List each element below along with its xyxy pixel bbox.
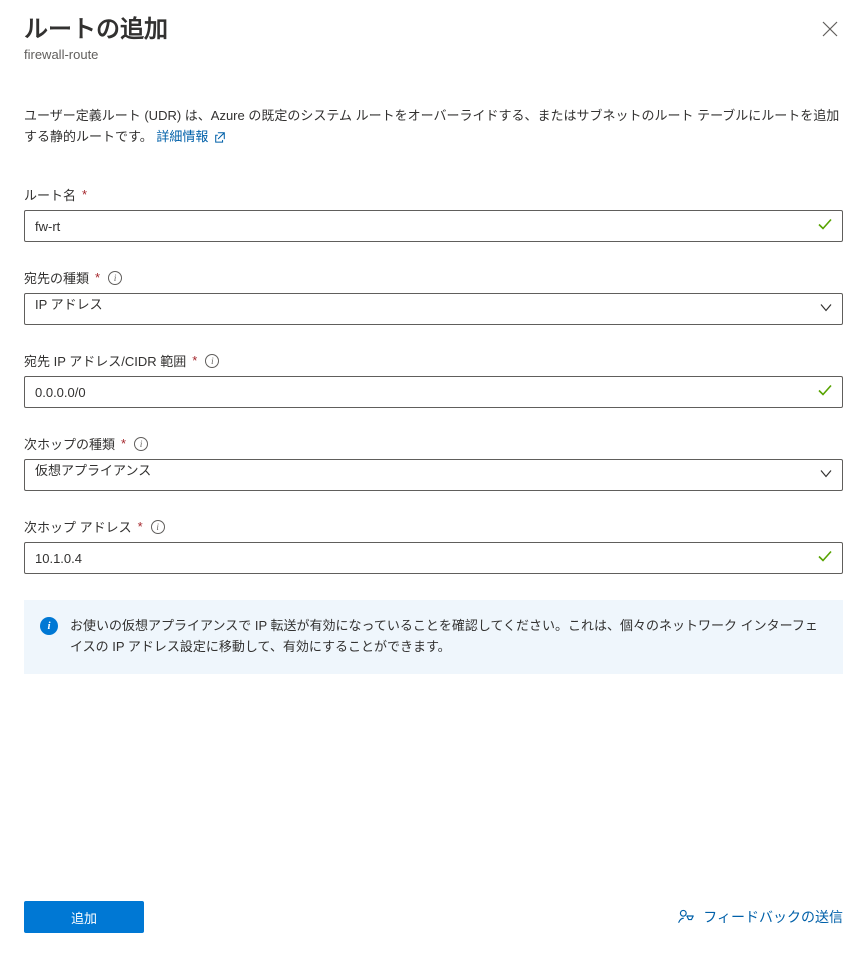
panel-header: ルートの追加 firewall-route bbox=[24, 16, 843, 62]
required-asterisk: * bbox=[82, 187, 87, 202]
learn-more-label: 詳細情報 bbox=[156, 129, 208, 144]
learn-more-link[interactable]: 詳細情報 bbox=[156, 129, 226, 144]
route-name-label-row: ルート名 * bbox=[24, 185, 843, 204]
next-hop-addr-input[interactable] bbox=[24, 542, 843, 574]
feedback-icon bbox=[677, 907, 695, 928]
dest-type-select[interactable]: IP アドレス bbox=[24, 293, 843, 325]
field-next-hop-addr: 次ホップ アドレス * i bbox=[24, 517, 843, 574]
info-icon[interactable]: i bbox=[134, 437, 148, 451]
route-name-label: ルート名 bbox=[24, 185, 76, 204]
dest-type-label: 宛先の種類 bbox=[24, 268, 89, 287]
next-hop-type-select-wrap: 仮想アプライアンス bbox=[24, 459, 843, 491]
dest-type-select-wrap: IP アドレス bbox=[24, 293, 843, 325]
next-hop-addr-label-row: 次ホップ アドレス * i bbox=[24, 517, 843, 536]
title-block: ルートの追加 firewall-route bbox=[24, 16, 168, 62]
external-link-icon bbox=[214, 129, 226, 150]
dest-cidr-label-row: 宛先 IP アドレス/CIDR 範囲 * i bbox=[24, 351, 843, 370]
field-next-hop-type: 次ホップの種類 * i 仮想アプライアンス bbox=[24, 434, 843, 491]
form: ルート名 * 宛先の種類 * i IP アドレス bbox=[24, 185, 843, 889]
required-asterisk: * bbox=[192, 353, 197, 368]
next-hop-type-label-row: 次ホップの種類 * i bbox=[24, 434, 843, 453]
field-route-name: ルート名 * bbox=[24, 185, 843, 242]
panel-footer: 追加 フィードバックの送信 bbox=[24, 889, 843, 957]
next-hop-type-select[interactable]: 仮想アプライアンス bbox=[24, 459, 843, 491]
dest-type-label-row: 宛先の種類 * i bbox=[24, 268, 843, 287]
next-hop-addr-label: 次ホップ アドレス bbox=[24, 517, 132, 536]
page-title: ルートの追加 bbox=[24, 16, 168, 45]
add-button[interactable]: 追加 bbox=[24, 901, 144, 933]
info-banner-text: お使いの仮想アプライアンスで IP 転送が有効になっていることを確認してください… bbox=[70, 616, 827, 658]
close-button[interactable] bbox=[817, 16, 843, 42]
close-icon bbox=[821, 20, 839, 38]
required-asterisk: * bbox=[95, 270, 100, 285]
feedback-label: フィードバックの送信 bbox=[703, 907, 843, 927]
add-route-panel: ルートの追加 firewall-route ユーザー定義ルート (UDR) は、… bbox=[0, 0, 867, 957]
field-dest-cidr: 宛先 IP アドレス/CIDR 範囲 * i bbox=[24, 351, 843, 408]
page-subtitle: firewall-route bbox=[24, 47, 168, 62]
next-hop-type-label: 次ホップの種類 bbox=[24, 434, 115, 453]
feedback-link[interactable]: フィードバックの送信 bbox=[677, 907, 843, 928]
next-hop-addr-input-wrap bbox=[24, 542, 843, 574]
info-icon[interactable]: i bbox=[108, 271, 122, 285]
route-name-input[interactable] bbox=[24, 210, 843, 242]
description-text: ユーザー定義ルート (UDR) は、Azure の既定のシステム ルートをオーバ… bbox=[24, 108, 839, 144]
info-banner-icon: i bbox=[40, 617, 58, 635]
info-banner: i お使いの仮想アプライアンスで IP 転送が有効になっていることを確認してくだ… bbox=[24, 600, 843, 674]
info-icon[interactable]: i bbox=[205, 354, 219, 368]
description-block: ユーザー定義ルート (UDR) は、Azure の既定のシステム ルートをオーバ… bbox=[24, 106, 843, 150]
field-dest-type: 宛先の種類 * i IP アドレス bbox=[24, 268, 843, 325]
dest-cidr-label: 宛先 IP アドレス/CIDR 範囲 bbox=[24, 351, 186, 370]
required-asterisk: * bbox=[121, 436, 126, 451]
dest-cidr-input[interactable] bbox=[24, 376, 843, 408]
route-name-input-wrap bbox=[24, 210, 843, 242]
required-asterisk: * bbox=[138, 519, 143, 534]
dest-cidr-input-wrap bbox=[24, 376, 843, 408]
info-icon[interactable]: i bbox=[151, 520, 165, 534]
